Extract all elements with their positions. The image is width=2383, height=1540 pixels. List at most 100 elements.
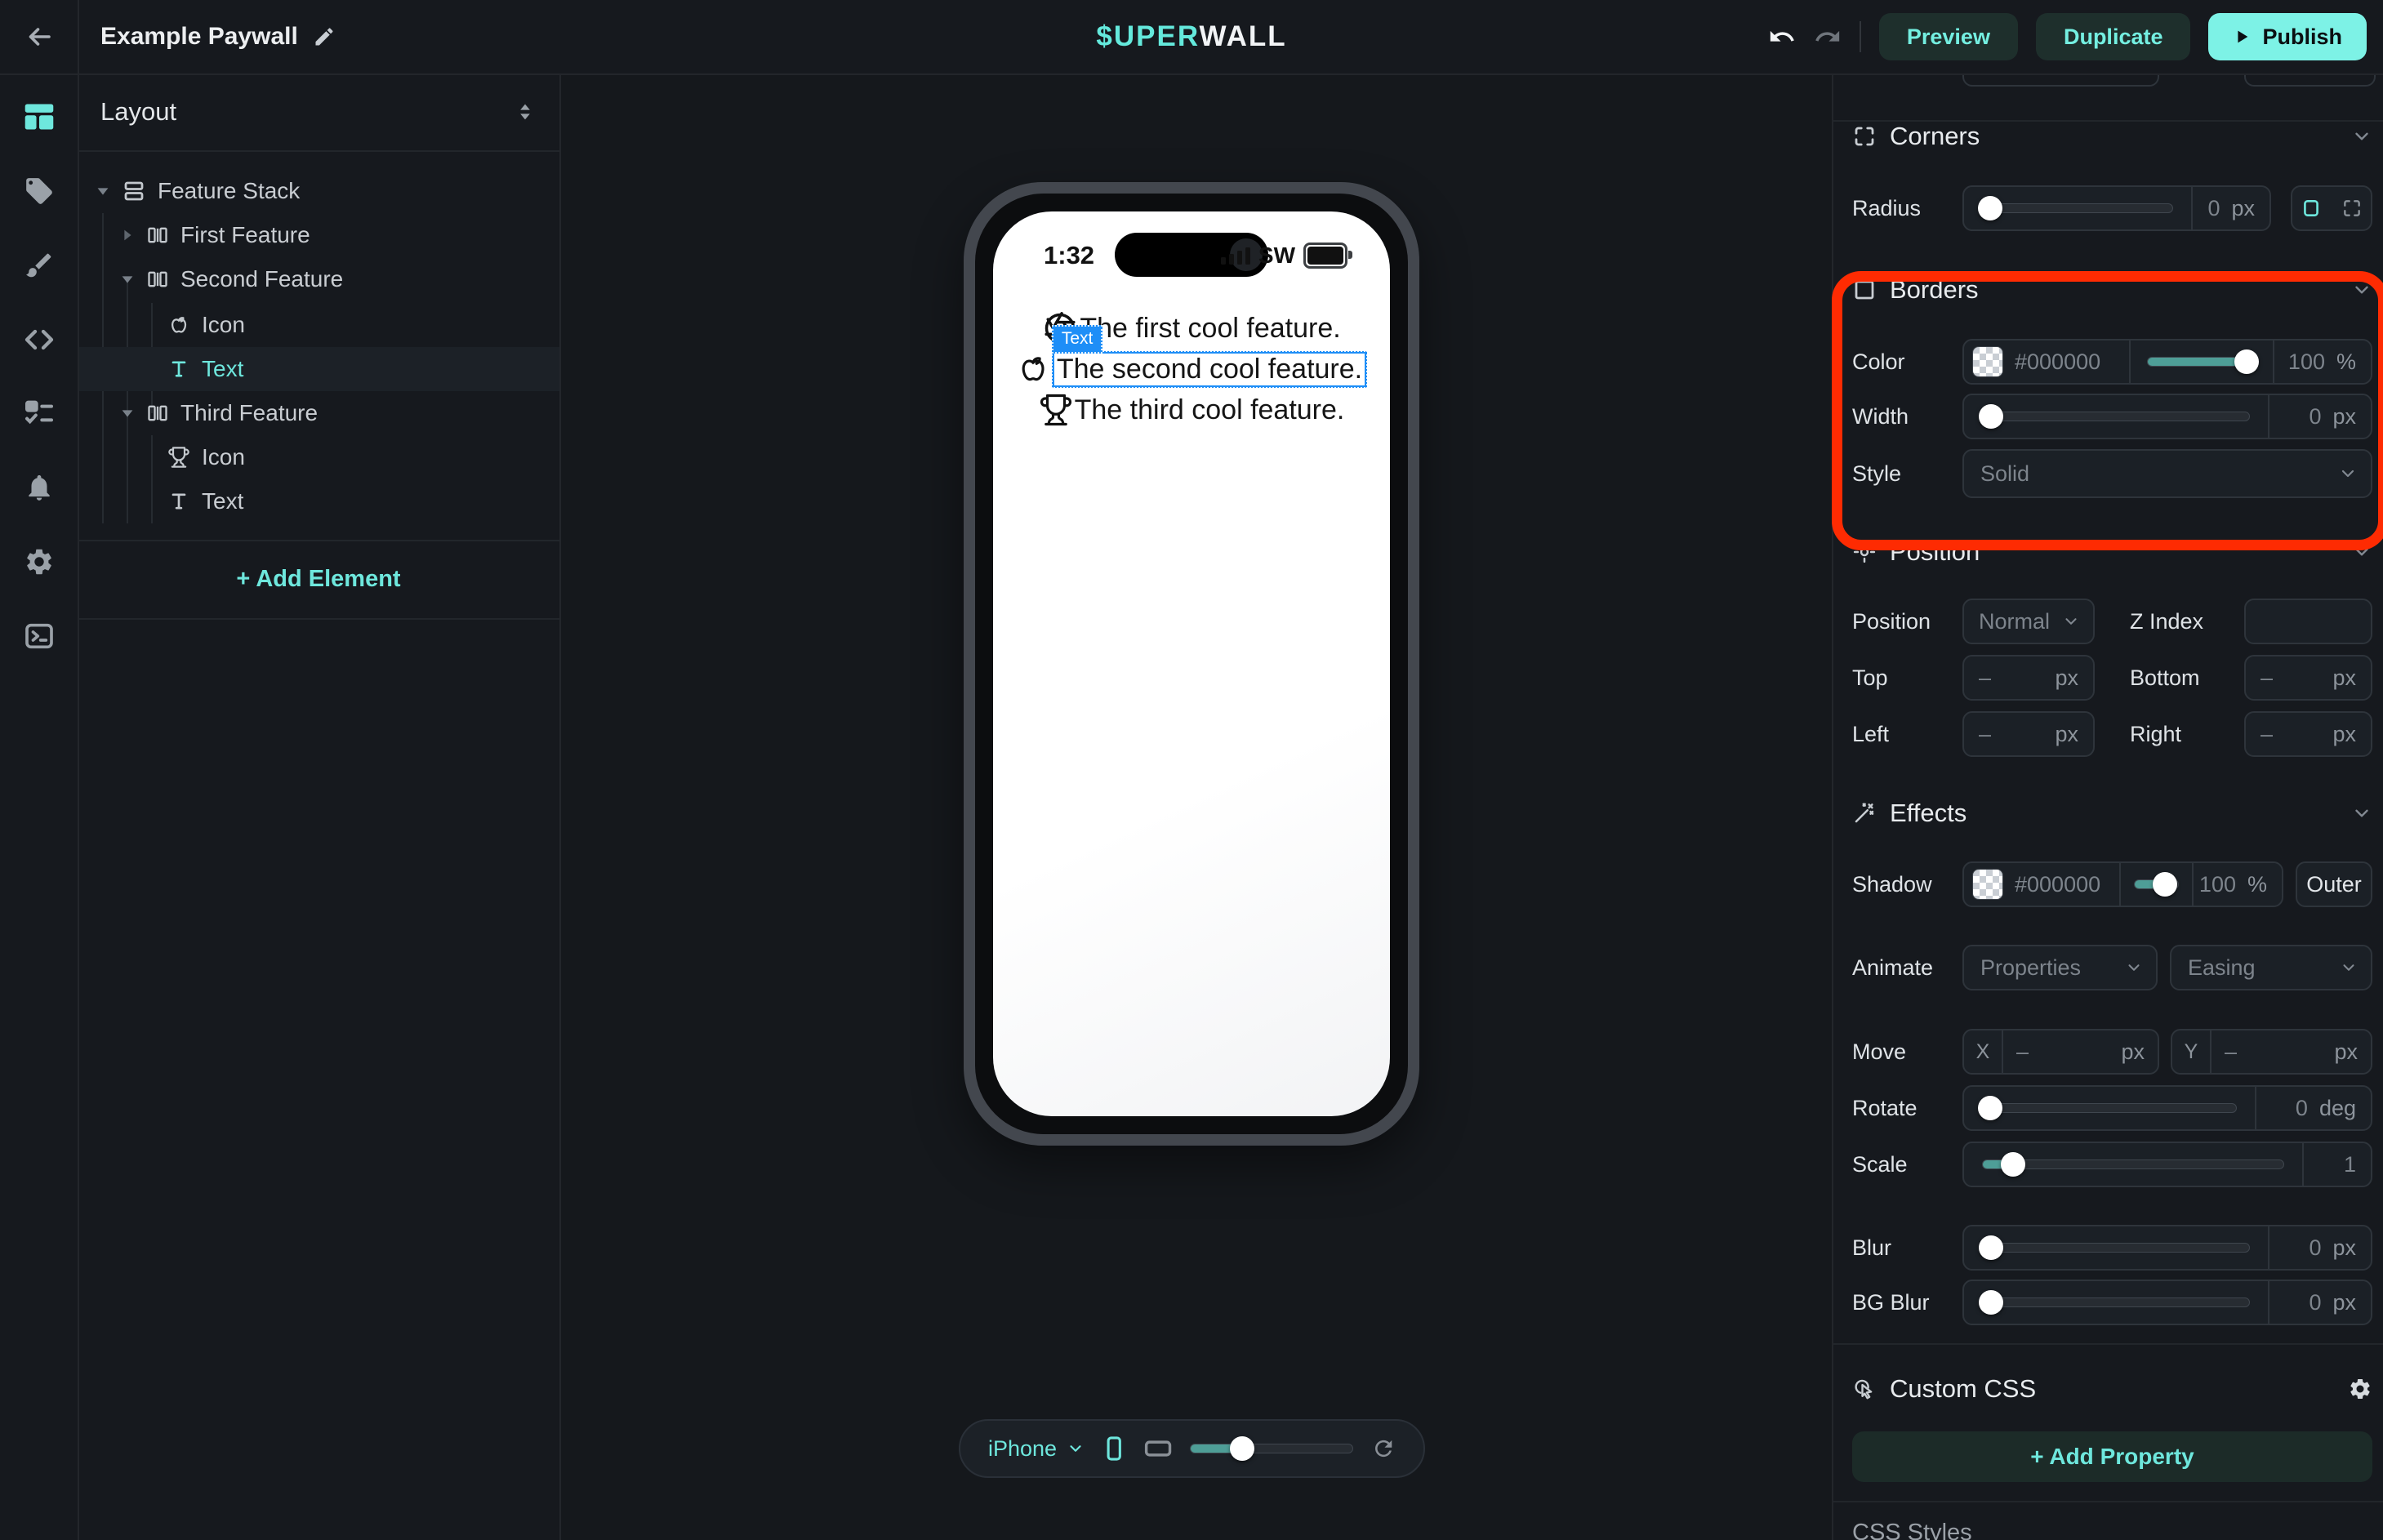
feature-text[interactable]: The first cool feature. <box>1080 313 1340 345</box>
editor-canvas[interactable]: 1:32 SW The first cool feature. <box>561 73 1833 1540</box>
zoom-slider-thumb[interactable] <box>1230 1436 1254 1461</box>
bg-blur-value[interactable]: 0 <box>2309 1290 2321 1315</box>
rotate-value[interactable]: 0 <box>2296 1096 2308 1121</box>
preview-button[interactable]: Preview <box>1879 13 2018 60</box>
selected-text-element[interactable]: Text The second cool feature. <box>1052 351 1367 388</box>
add-element-button[interactable]: + Add Element <box>78 555 559 603</box>
border-width-thumb[interactable] <box>1979 404 2003 429</box>
rail-code-tab[interactable] <box>0 315 78 364</box>
borders-section-header[interactable]: Borders <box>1852 267 2372 313</box>
effects-section-header[interactable]: Effects <box>1852 790 2372 836</box>
back-button[interactable] <box>0 0 79 73</box>
refresh-icon[interactable] <box>1371 1435 1396 1462</box>
feature-row-selected[interactable]: Text The second cool feature. <box>1016 349 1367 389</box>
border-opacity-value[interactable]: 100 <box>2288 349 2325 375</box>
radius-value[interactable]: 0 <box>2207 196 2220 221</box>
edit-pencil-icon[interactable] <box>313 25 336 48</box>
section-title: Custom CSS <box>1890 1374 2036 1404</box>
landscape-orientation-icon[interactable] <box>1144 1437 1172 1460</box>
move-y-input[interactable]: Y – px <box>2171 1029 2372 1075</box>
zoom-slider[interactable] <box>1190 1444 1353 1453</box>
duplicate-button[interactable]: Duplicate <box>2036 13 2191 60</box>
chevron-down-icon[interactable] <box>2351 126 2372 147</box>
phone-screen[interactable]: 1:32 SW The first cool feature. <box>993 211 1390 1116</box>
caret-right-icon[interactable] <box>117 226 138 244</box>
color-swatch[interactable] <box>1972 869 2003 900</box>
bottom-input[interactable]: –px <box>2244 655 2372 701</box>
add-property-button[interactable]: + Add Property <box>1852 1431 2372 1482</box>
shadow-opacity-thumb[interactable] <box>2153 872 2177 897</box>
corners-section-header[interactable]: Corners <box>1852 113 2372 159</box>
rail-theme-tab[interactable] <box>0 241 78 290</box>
shadow-hex[interactable]: #000000 <box>2015 872 2119 897</box>
blur-slider[interactable] <box>1982 1243 2250 1253</box>
redo-icon[interactable] <box>1814 23 1842 51</box>
position-section-header[interactable]: Position <box>1852 529 2372 575</box>
scale-slider[interactable] <box>1982 1159 2284 1169</box>
border-width-value[interactable]: 0 <box>2309 404 2321 430</box>
tree-item-first-feature[interactable]: First Feature <box>78 213 559 257</box>
blur-value[interactable]: 0 <box>2309 1235 2321 1261</box>
custom-css-section-header[interactable]: Custom CSS <box>1852 1366 2372 1412</box>
chevron-down-icon[interactable] <box>2351 541 2372 563</box>
border-color-hex[interactable]: #000000 <box>2015 349 2129 375</box>
rail-checklist-tab[interactable] <box>0 389 78 438</box>
tree-item-feature-stack[interactable]: Feature Stack <box>78 169 559 213</box>
zindex-input[interactable] <box>2244 599 2372 644</box>
rotate-slider[interactable] <box>1982 1103 2237 1113</box>
rail-layout-tab[interactable] <box>0 92 78 141</box>
rail-products-tab[interactable] <box>0 167 78 216</box>
border-opacity-thumb[interactable] <box>2234 349 2259 374</box>
border-opacity-slider[interactable] <box>2147 357 2256 367</box>
tree-item-text-selected[interactable]: Text <box>78 347 559 391</box>
feature-row[interactable]: The third cool feature. <box>1039 389 1345 430</box>
custom-css-settings-gear-icon[interactable] <box>2348 1377 2372 1401</box>
rail-console-tab[interactable] <box>0 612 78 661</box>
sort-icon[interactable] <box>514 100 537 123</box>
top-input[interactable]: –px <box>1962 655 2095 701</box>
play-icon <box>2233 27 2251 47</box>
per-corner-radius-button[interactable] <box>2334 190 2370 226</box>
radius-slider-thumb[interactable] <box>1978 196 2002 220</box>
columns-icon <box>146 268 169 291</box>
publish-button[interactable]: Publish <box>2208 13 2367 60</box>
animate-easing-dropdown[interactable]: Easing <box>2170 945 2372 990</box>
shadow-opacity-value[interactable]: 100 <box>2199 872 2236 897</box>
left-input[interactable]: –px <box>1962 711 2095 757</box>
caret-down-icon[interactable] <box>92 182 114 200</box>
caret-down-icon[interactable] <box>117 270 138 288</box>
tree-item-second-feature[interactable]: Second Feature <box>78 257 559 301</box>
caret-down-icon[interactable] <box>117 404 138 422</box>
bg-blur-slider-thumb[interactable] <box>1979 1290 2003 1315</box>
feature-text[interactable]: The third cool feature. <box>1075 394 1345 426</box>
blur-slider-thumb[interactable] <box>1979 1235 2003 1260</box>
device-select[interactable]: iPhone <box>988 1436 1085 1462</box>
portrait-orientation-icon[interactable] <box>1102 1435 1125 1462</box>
scale-slider-thumb[interactable] <box>2001 1152 2025 1177</box>
chevron-down-icon[interactable] <box>2351 803 2372 824</box>
rail-settings-tab[interactable] <box>0 537 78 586</box>
rail-notifications-tab[interactable] <box>0 463 78 512</box>
radius-slider[interactable] <box>1982 203 2173 213</box>
rotate-slider-thumb[interactable] <box>1978 1096 2002 1120</box>
shadow-mode-button[interactable]: Outer <box>2296 861 2372 907</box>
tree-item-text[interactable]: Text <box>78 479 559 523</box>
move-x-input[interactable]: X – px <box>1962 1029 2159 1075</box>
uniform-radius-button[interactable] <box>2293 190 2329 226</box>
right-input[interactable]: –px <box>2244 711 2372 757</box>
chevron-down-icon[interactable] <box>2351 279 2372 300</box>
animate-properties-dropdown[interactable]: Properties <box>1962 945 2158 990</box>
panel-divider <box>78 540 559 541</box>
feature-text[interactable]: The second cool feature. <box>1057 354 1362 385</box>
border-width-slider[interactable] <box>1982 412 2250 421</box>
shadow-opacity-slider[interactable] <box>2134 879 2179 889</box>
position-mode-dropdown[interactable]: Normal <box>1962 599 2095 644</box>
tree-item-icon[interactable]: Icon <box>78 303 559 347</box>
border-style-dropdown[interactable]: Solid <box>1962 449 2372 498</box>
undo-icon[interactable] <box>1768 23 1796 51</box>
bg-blur-slider[interactable] <box>1982 1297 2250 1307</box>
color-swatch[interactable] <box>1972 346 2003 377</box>
tree-item-icon[interactable]: Icon <box>78 435 559 479</box>
scale-value[interactable]: 1 <box>2344 1152 2356 1177</box>
tree-item-third-feature[interactable]: Third Feature <box>78 391 559 435</box>
